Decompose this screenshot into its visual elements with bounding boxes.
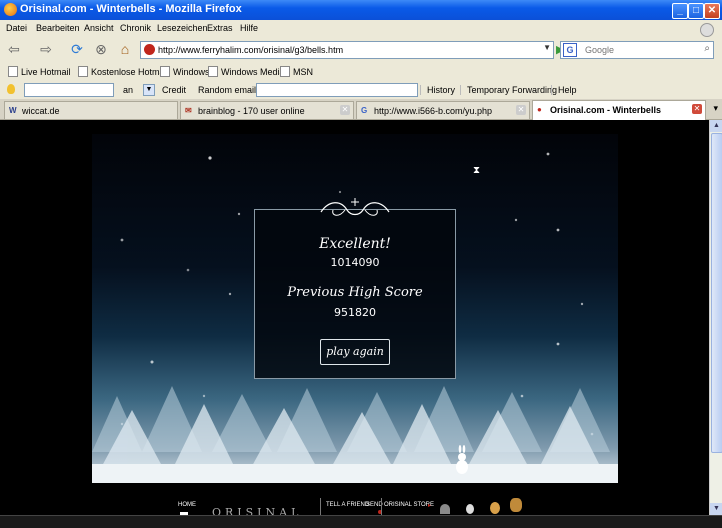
tab-i566[interactable]: G http://www.i566-b.com/yu.php ✕ [356,101,530,119]
tab-brainblog[interactable]: ✉ brainblog - 170 user online ✕ [180,101,354,119]
store-item-bear-icon[interactable] [490,502,500,514]
menu-hilfe[interactable]: Hilfe [240,23,258,33]
url-bar[interactable]: ▼ [140,41,554,59]
mail-icon: ✉ [185,106,192,115]
site-footer-nav: HOME ORISINAL TELL A FRIEND SEND ORISINA… [92,492,618,515]
scroll-thumb[interactable] [711,133,722,453]
tab-bar: W wiccat.de ✉ brainblog - 170 user onlin… [0,99,722,120]
flourish-icon [320,198,390,216]
page-content: Excellent! 1014090 Previous High Score 9… [0,120,709,515]
reload-button[interactable]: ⟳ [68,40,86,59]
wiccat-icon: W [9,106,17,115]
winterbells-game[interactable]: Excellent! 1014090 Previous High Score 9… [92,134,618,483]
bookmark-kostenlose-hotmail[interactable]: Kostenlose Hotmail [78,66,169,77]
store-item-bunny-icon[interactable] [466,504,474,514]
domain-dropdown-icon[interactable]: ▼ [143,84,155,96]
window-titlebar[interactable]: Orisinal.com - Winterbells - Mozilla Fir… [0,0,722,20]
tab-label: brainblog - 170 user online [198,106,305,116]
play-again-button[interactable]: play again [320,339,390,365]
menubar: Datei Bearbeiten Ansicht Chronik Lesezei… [0,20,722,38]
stop-button[interactable]: ⊗ [92,40,110,59]
close-button[interactable]: ✕ [704,3,720,19]
mouse-cursor-icon: ⧗ [473,165,481,176]
google-icon[interactable]: G [563,43,577,57]
tab-winterbells[interactable]: ● Orisinal.com - Winterbells ✕ [532,100,706,120]
forward-button[interactable]: ⇨ [36,40,56,59]
tab-label: http://www.i566-b.com/yu.php [374,106,493,116]
throbber-icon [700,23,714,37]
credit-label: Credit [162,85,187,95]
game-title: Excellent! [319,236,391,252]
search-box[interactable]: G ⌕ [560,41,714,59]
menu-datei[interactable]: Datei [6,23,27,33]
snow-ground [92,464,618,483]
temporary-forwarding-button[interactable]: Temporary Forwarding [460,85,557,95]
store-link[interactable]: ORISINAL STORE [384,502,434,508]
menu-ansicht[interactable]: Ansicht [84,23,114,33]
random-email-label[interactable]: Random email [198,85,256,95]
tab-label: Orisinal.com - Winterbells [550,105,661,115]
search-input[interactable] [585,43,695,56]
window-title: Orisinal.com - Winterbells - Mozilla Fir… [20,3,242,15]
vertical-scrollbar[interactable]: ▲ ▼ [709,120,722,515]
home-button[interactable]: ⌂ [116,40,134,59]
email-input[interactable] [24,83,114,97]
search-icon[interactable]: ⌕ [704,43,710,54]
tab-list-icon[interactable]: ▾ [713,103,718,114]
bookmark-msn[interactable]: MSN [280,66,313,77]
menu-chronik[interactable]: Chronik [120,23,151,33]
random-email-input[interactable] [256,83,418,97]
maximize-button[interactable]: □ [688,3,704,19]
menu-lesezeichen[interactable]: Lesezeichen [157,23,208,33]
tab-close-icon[interactable]: ✕ [340,105,350,115]
help-button[interactable]: Help [551,85,577,95]
minimize-button[interactable]: _ [672,3,688,19]
addon-toolbar: an ▼ Credit Random email History Tempora… [0,81,722,100]
tab-label: wiccat.de [22,106,60,116]
bookmark-windows-media[interactable]: Windows Media [208,66,285,77]
tab-close-icon[interactable]: ✕ [516,105,526,115]
bookmark-windows[interactable]: Windows [160,66,210,77]
on-label: an [123,85,134,95]
home-link[interactable]: HOME [178,502,196,508]
store-item-umbrella-icon[interactable] [440,504,450,514]
bookmarks-toolbar: Live Hotmail Kostenlose Hotmail Windows … [0,63,722,82]
tell-a-friend-link[interactable]: TELL A FRIEND [326,502,369,508]
footer-divider [381,498,382,515]
scroll-up-icon[interactable]: ▲ [710,120,722,132]
site-icon [144,44,155,55]
history-button[interactable]: History [420,85,455,95]
back-button[interactable]: ⇦ [4,40,24,59]
orisinal-tab-icon: ● [537,105,542,114]
footer-divider [320,498,321,515]
store-item-deer-icon[interactable] [510,498,522,512]
menu-extras[interactable]: Extras [207,23,233,33]
score-panel: Excellent! 1014090 Previous High Score 9… [254,198,456,379]
high-score-label: Previous High Score [287,285,423,300]
brand-logo[interactable]: ORISINAL [212,506,302,515]
bookmark-live-hotmail[interactable]: Live Hotmail [8,66,71,77]
store-arrow-icon: ▸ [428,503,432,509]
google-tab-icon: G [361,106,368,115]
bulb-icon [7,84,15,94]
scroll-down-icon[interactable]: ▼ [710,503,722,515]
navigation-toolbar: ⇦ ⇨ ⟳ ⊗ ⌂ ▼ ▶ G ⌕ [0,37,722,64]
menu-bearbeiten[interactable]: Bearbeiten [36,23,80,33]
url-input[interactable] [158,43,528,56]
high-score-value: 951820 [334,306,376,319]
firefox-icon [4,3,17,16]
url-dropdown-icon[interactable]: ▼ [543,43,551,52]
status-bar [0,515,722,528]
tab-close-icon[interactable]: ✕ [692,104,702,114]
score-value: 1014090 [330,256,380,269]
tab-wiccat[interactable]: W wiccat.de [4,101,178,119]
